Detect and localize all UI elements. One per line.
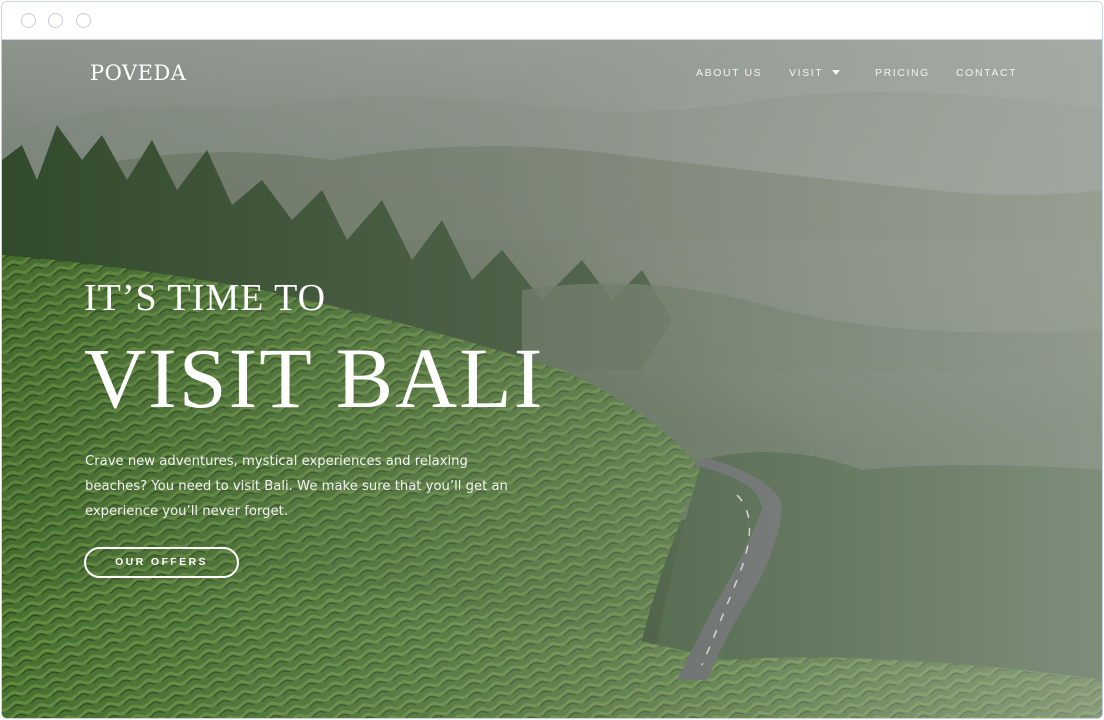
hero-title: VISIT BALI — [84, 330, 545, 426]
window-close-dot[interactable] — [21, 13, 36, 28]
hero-section: POVEDA ABOUT US VISIT PRICING CONTACT IT… — [2, 40, 1102, 718]
hero-description-line: Crave new adventures, mystical experienc… — [85, 454, 468, 469]
our-offers-button[interactable]: OUR OFFERS — [84, 547, 239, 578]
hero-description: Crave new adventures, mystical experienc… — [85, 449, 535, 524]
hero-description-line: experience you’ll never forget. — [85, 504, 288, 519]
nav-link-contact[interactable]: CONTACT — [956, 67, 1017, 79]
browser-window: POVEDA ABOUT US VISIT PRICING CONTACT IT… — [1, 1, 1103, 719]
hero-kicker: IT’S TIME TO — [84, 277, 327, 319]
window-titlebar — [2, 2, 1102, 40]
nav-link-visit[interactable]: VISIT — [789, 67, 823, 79]
nav-link-pricing[interactable]: PRICING — [875, 67, 930, 79]
window-minimize-dot[interactable] — [48, 13, 63, 28]
window-maximize-dot[interactable] — [76, 13, 91, 28]
hero-description-line: beaches? You need to visit Bali. We make… — [85, 479, 508, 494]
nav-link-about-us[interactable]: ABOUT US — [696, 67, 762, 79]
brand-logo[interactable]: POVEDA — [90, 61, 186, 85]
caret-down-icon[interactable] — [830, 66, 842, 78]
